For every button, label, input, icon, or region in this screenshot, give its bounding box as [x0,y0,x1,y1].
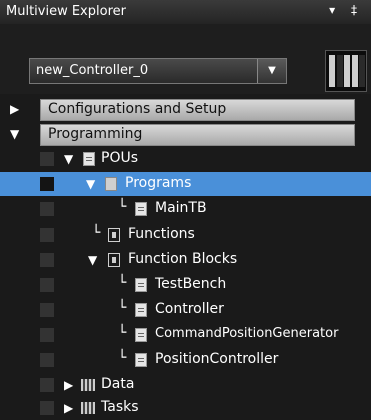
tree-item-label: Tasks [101,399,139,415]
tree-item-data[interactable]: ▶ Data [0,373,371,397]
tree-item-functions[interactable]: └ Functions [0,223,371,247]
tasks-icon [81,402,95,414]
tree-item-label: Programs [125,175,192,191]
tree-item-maintb[interactable]: └ MainTB [0,197,371,221]
tree-item-function-blocks[interactable]: ▼ Function Blocks [0,248,371,272]
checkbox[interactable] [40,177,54,191]
checkbox[interactable] [40,152,54,166]
collapsed-arrow-icon[interactable]: ▶ [10,102,19,116]
tree-connector: └ [118,300,127,316]
tree-item-label: CommandPositionGenerator [155,326,339,341]
pin-icon[interactable]: ▾ ‡ [329,3,363,17]
panel-titlebar: Multiview Explorer ▾ ‡ [0,0,371,25]
section-label: Configurations and Setup [48,101,227,117]
tree-item-tasks[interactable]: ▶ Tasks [0,396,371,420]
tree-item-pous[interactable]: ▼ POUs [0,147,371,171]
tree-connector: └ [118,199,127,215]
panel-title: Multiview Explorer [6,4,126,19]
tree-item-commandpositiongenerator[interactable]: └ CommandPositionGenerator [0,323,371,347]
checkbox[interactable] [40,303,54,317]
checkbox[interactable] [40,253,54,267]
section-configurations[interactable]: ▶ Configurations and Setup [0,98,371,122]
function-block-doc-icon [135,328,147,342]
checkbox[interactable] [40,278,54,292]
checkbox[interactable] [40,401,54,415]
tree-item-label: TestBench [155,276,227,292]
section-label: Programming [48,126,143,142]
tree-item-label: Function Blocks [128,251,238,267]
collapsed-arrow-icon[interactable]: ▶ [64,378,73,392]
checkbox[interactable] [40,228,54,242]
tree-item-positioncontroller[interactable]: └ PositionController [0,348,371,372]
chevron-down-icon[interactable]: ▼ [257,59,286,83]
checkbox[interactable] [40,202,54,216]
checkbox[interactable] [40,353,54,367]
expanded-arrow-icon[interactable]: ▼ [86,177,95,191]
section-programming[interactable]: ▼ Programming [0,123,371,147]
tree-connector: └ [118,325,127,341]
tree-item-label: Data [101,376,135,392]
expanded-arrow-icon[interactable]: ▼ [10,127,19,141]
checkbox[interactable] [40,378,54,392]
tree-item-label: Functions [128,226,195,242]
checkbox[interactable] [40,328,54,342]
function-block-doc-icon [135,353,147,367]
collapsed-arrow-icon[interactable]: ▶ [64,401,73,415]
tree-item-testbench[interactable]: └ TestBench [0,273,371,297]
tree-item-label: Controller [155,301,224,317]
tree-item-programs[interactable]: ▼ Programs [0,172,371,196]
controller-dropdown[interactable]: new_Controller_0 ▼ [29,58,287,84]
tree-connector: └ [118,350,127,366]
tree-connector: └ [118,275,127,291]
function-block-doc-icon [135,278,147,292]
programs-folder-icon [105,177,117,191]
data-table-icon [81,379,95,391]
controller-dropdown-value: new_Controller_0 [36,63,149,78]
tree-item-label: MainTB [155,200,207,216]
tree-item-label: POUs [101,150,139,166]
function-block-icon [108,253,120,267]
function-block-doc-icon [135,303,147,317]
function-icon [108,228,120,242]
controller-image-icon[interactable] [325,50,367,92]
tree-connector: └ [92,225,101,241]
pou-icon [83,152,95,166]
tree-item-label: PositionController [155,351,279,367]
tree-item-controller[interactable]: └ Controller [0,298,371,322]
program-icon [135,202,147,216]
expanded-arrow-icon[interactable]: ▼ [64,152,73,166]
expanded-arrow-icon[interactable]: ▼ [88,253,97,267]
